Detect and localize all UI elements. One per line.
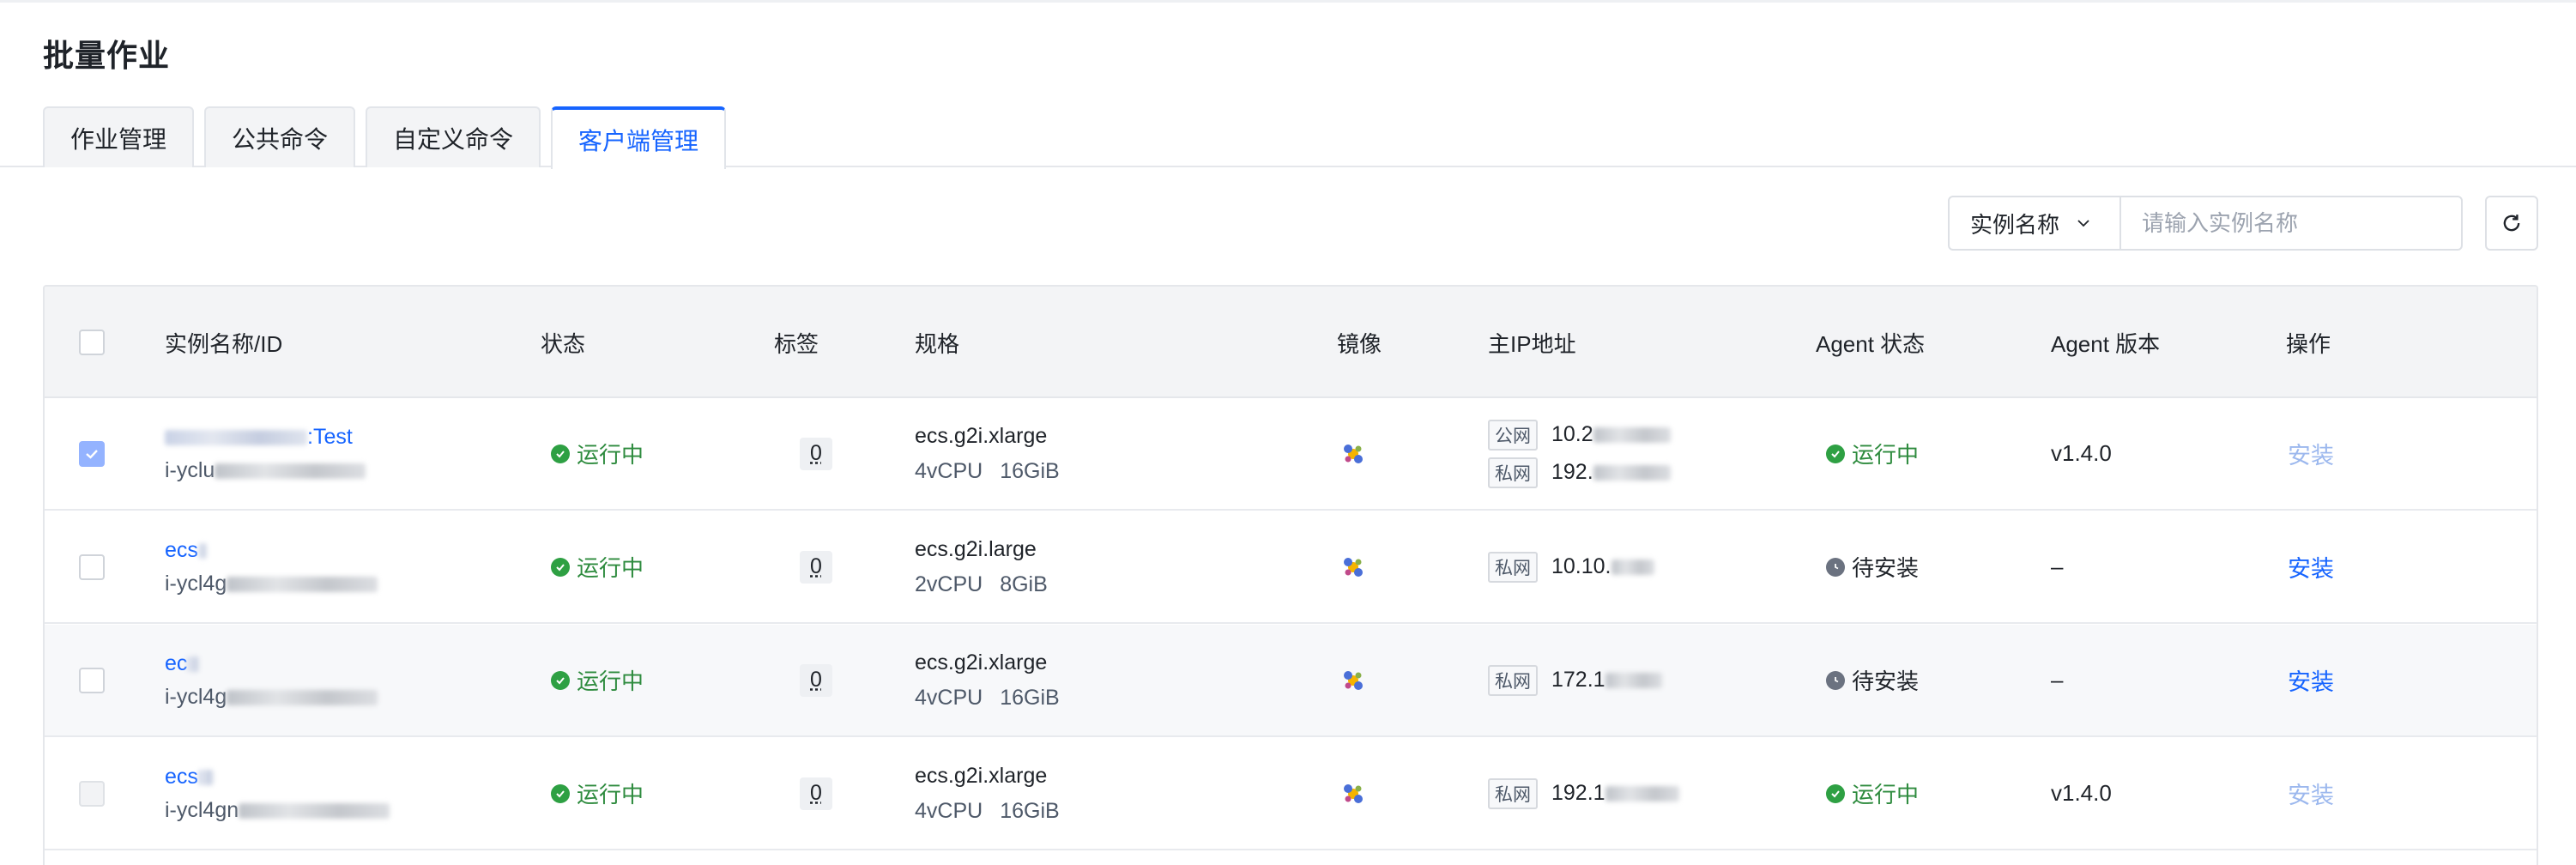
table-row: ecs i-ycl4g 运行中 0 ecs.g2i.large 2vCPU 8Gi… — [45, 511, 2537, 624]
install-button[interactable]: 安装 — [2288, 777, 2334, 810]
spec-resources: 4vCPU 16GiB — [915, 458, 1060, 483]
install-button[interactable]: 安装 — [2288, 550, 2334, 584]
col-header-ip: 主IP地址 — [1488, 330, 1576, 357]
agent-status-badge: 运行中 — [1826, 777, 1919, 809]
image-os-icon — [1344, 670, 1363, 690]
instance-id: i-yclu — [165, 458, 366, 483]
tab-client-management[interactable]: 客户端管理 — [551, 106, 726, 169]
tab-custom-commands[interactable]: 自定义命令 — [366, 106, 541, 167]
check-circle-icon — [1826, 783, 1845, 803]
check-circle-icon — [551, 670, 570, 690]
status-badge: 运行中 — [551, 551, 644, 583]
page-title: 批量作业 — [43, 38, 171, 73]
ip-public: 公网 10.2 — [1488, 419, 1671, 451]
check-circle-icon — [1826, 444, 1845, 463]
spec-resources: 4vCPU 16GiB — [915, 685, 1060, 710]
status-badge: 运行中 — [551, 438, 644, 469]
table-row: ec i-ycl4g 运行中 0 ecs.g2i.xlarge 4vCPU 16G… — [45, 625, 2537, 737]
install-button[interactable]: 安装 — [2288, 663, 2334, 697]
spec-name: ecs.g2i.xlarge — [915, 423, 1048, 448]
select-all-cell — [79, 287, 105, 398]
search-group: 实例名称 — [1948, 196, 2463, 251]
agent-status-badge: 运行中 — [1826, 438, 1919, 469]
image-os-icon — [1344, 783, 1363, 803]
agent-version: v1.4.0 — [2051, 440, 2112, 466]
instance-id: i-ycl4g — [165, 685, 378, 710]
spec-name: ecs.g2i.xlarge — [915, 650, 1048, 674]
agent-status-badge: 待安装 — [1826, 551, 1919, 583]
table-row: ecs i-ycl4gn 运行中 0 ecs.g2i.xlarge 4vCPU 1… — [45, 738, 2537, 850]
col-header-image: 镜像 — [1337, 330, 1382, 357]
check-circle-icon — [551, 444, 570, 463]
check-circle-icon — [551, 783, 570, 803]
instance-name-link[interactable]: :Test — [165, 425, 366, 450]
image-os-icon — [1344, 444, 1363, 463]
search-field-select[interactable]: 实例名称 — [1950, 197, 2121, 249]
search-input[interactable] — [2121, 197, 2461, 249]
col-header-actions: 操作 — [2286, 330, 2331, 357]
top-divider — [0, 0, 2576, 3]
agent-version: v1.4.0 — [2051, 780, 2112, 806]
agent-version: – — [2051, 553, 2064, 579]
col-header-agent-status: Agent 状态 — [1816, 330, 1926, 357]
instance-id: i-ycl4gn — [165, 798, 390, 823]
tab-public-commands[interactable]: 公共命令 — [204, 106, 355, 167]
clock-icon — [1826, 670, 1845, 690]
spec-name: ecs.g2i.xlarge — [915, 763, 1048, 788]
instance-name-link[interactable]: ec — [165, 651, 378, 676]
status-badge: 运行中 — [551, 664, 644, 696]
check-circle-icon — [551, 557, 570, 577]
install-button[interactable]: 安装 — [2288, 437, 2334, 470]
refresh-button[interactable] — [2485, 196, 2538, 251]
refresh-icon — [2503, 215, 2520, 232]
col-header-agent-version: Agent 版本 — [2051, 330, 2161, 357]
instance-id: i-ycl4g — [165, 572, 378, 596]
tab-job-management[interactable]: 作业管理 — [43, 106, 194, 167]
spec-resources: 2vCPU 8GiB — [915, 572, 1048, 596]
spec-name: ecs.g2i.large — [915, 536, 1037, 561]
col-header-tags: 标签 — [774, 330, 819, 357]
ip-private: 私网 172.1 — [1488, 664, 1662, 696]
table-row: :Test i-yclu 运行中 0 ecs.g2i.xlarge 4vCPU 1… — [45, 398, 2537, 511]
row-checkbox[interactable] — [79, 440, 105, 467]
row-checkbox[interactable] — [79, 667, 105, 693]
chevron-down-icon — [2077, 220, 2089, 227]
instance-name-link[interactable]: ecs — [165, 538, 378, 563]
ip-private: 私网 192.1 — [1488, 777, 1679, 809]
instance-name-link[interactable]: ecs — [165, 765, 390, 789]
tag-count[interactable]: 0 — [800, 550, 832, 584]
ip-private: 私网 10.10. — [1488, 551, 1654, 583]
spec-resources: 4vCPU 16GiB — [915, 798, 1060, 823]
col-header-spec: 规格 — [915, 330, 960, 357]
tag-count[interactable]: 0 — [800, 663, 832, 697]
agent-status-badge: 待安装 — [1826, 664, 1919, 696]
image-os-icon — [1344, 557, 1363, 577]
agent-version: – — [2051, 667, 2064, 693]
search-field-label: 实例名称 — [1970, 211, 2060, 238]
tag-count[interactable]: 0 — [800, 437, 832, 470]
col-header-status: 状态 — [541, 330, 586, 357]
row-checkbox[interactable] — [79, 780, 105, 807]
instance-table: 实例名称/ID 状态 标签 规格 镜像 主IP地址 Agent 状态 Agent… — [43, 285, 2538, 865]
table-header: 实例名称/ID 状态 标签 规格 镜像 主IP地址 Agent 状态 Agent… — [45, 287, 2537, 398]
clock-icon — [1826, 557, 1845, 577]
status-badge: 运行中 — [551, 777, 644, 809]
row-checkbox[interactable] — [79, 553, 105, 580]
ip-private: 私网 192. — [1488, 457, 1671, 488]
col-header-name: 实例名称/ID — [165, 330, 283, 357]
select-all-checkbox[interactable] — [79, 330, 105, 355]
tag-count[interactable]: 0 — [800, 777, 832, 810]
check-icon — [86, 449, 98, 459]
